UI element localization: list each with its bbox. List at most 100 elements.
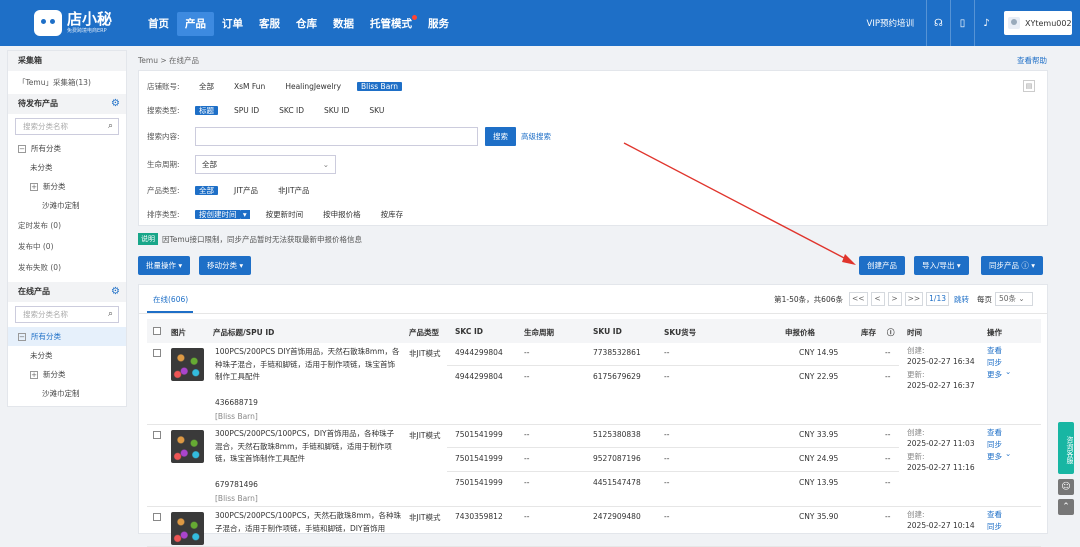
advanced-search-link[interactable]: 高级搜索 bbox=[521, 131, 551, 142]
filter-option[interactable]: JIT产品 bbox=[230, 186, 262, 195]
row-action-1[interactable]: 同步 bbox=[987, 439, 1002, 450]
filter-option[interactable]: 非JIT产品 bbox=[274, 186, 314, 195]
create-product-button[interactable]: 创建产品 bbox=[859, 256, 905, 275]
back-to-top-icon[interactable]: ⌃ bbox=[1058, 499, 1074, 515]
lifecycle-select[interactable]: 全部 ⌄ bbox=[195, 154, 336, 174]
gear-icon[interactable]: ⚙ bbox=[111, 94, 120, 114]
sidebar-item-status[interactable]: 发布中 (0) bbox=[8, 236, 126, 257]
vip-training-link[interactable]: VIP预约培训 bbox=[867, 17, 914, 29]
filter-option[interactable]: 全部 bbox=[195, 185, 218, 195]
product-thumbnail[interactable] bbox=[171, 348, 204, 381]
filter-option[interactable]: 标题 bbox=[195, 105, 218, 115]
nav-item-2[interactable]: 订单 bbox=[214, 12, 251, 36]
help-circle-icon[interactable]: ⓘ bbox=[887, 327, 895, 338]
filter-option[interactable]: HealingJewelry bbox=[281, 82, 345, 91]
nav-item-6[interactable]: 托管模式 bbox=[362, 12, 420, 36]
last-page-button[interactable]: >> bbox=[904, 292, 924, 306]
product-title[interactable]: 100PCS/200PCS DIY首饰用品，天然石散珠8mm，各种珠子混合，手链… bbox=[215, 346, 401, 384]
filter-option[interactable]: SPU ID bbox=[230, 106, 263, 115]
row-action-1[interactable]: 同步 bbox=[987, 357, 1002, 368]
sidebar-section-pending: 待发布产品 ⚙ bbox=[8, 94, 126, 114]
sync-products-button[interactable]: 同步产品 ⓘ ▾ bbox=[981, 256, 1044, 275]
skc-id: 7501541999 bbox=[455, 478, 503, 487]
first-page-button[interactable]: << bbox=[849, 292, 868, 306]
import-export-button[interactable]: 导入/导出 ▾ bbox=[914, 256, 969, 275]
section-online-label: 在线产品 bbox=[18, 287, 50, 296]
tree-item[interactable]: + 新分类 bbox=[8, 365, 126, 384]
row-checkbox[interactable] bbox=[153, 513, 161, 521]
user-menu[interactable]: XYtemu002 bbox=[1004, 11, 1072, 35]
chat-icon[interactable]: ☺ bbox=[1058, 479, 1074, 495]
page-indicator[interactable]: 1/13 bbox=[926, 292, 949, 306]
filter-option[interactable]: XsM Fun bbox=[230, 82, 269, 91]
row-action-0[interactable]: 查看 bbox=[987, 509, 1002, 520]
tree-item[interactable]: 未分类 bbox=[8, 158, 126, 177]
search-button[interactable]: 搜索 bbox=[485, 126, 516, 146]
sidebar-item-status[interactable]: 定时发布 (0) bbox=[8, 215, 126, 236]
filter-option[interactable]: 按创建时间 bbox=[195, 209, 241, 219]
next-page-button[interactable]: > bbox=[887, 292, 902, 306]
product-title[interactable]: 300PCS/200PCS/100PCS，DIY首饰用品，各种珠子混合，天然石散… bbox=[215, 428, 401, 466]
nav-item-1[interactable]: 产品 bbox=[177, 12, 214, 36]
search-content-input[interactable] bbox=[195, 126, 478, 146]
gear-icon[interactable]: ⚙ bbox=[111, 282, 120, 302]
filter-option[interactable]: 全部 bbox=[195, 82, 218, 91]
select-all-checkbox[interactable] bbox=[153, 327, 161, 335]
customer-service-button[interactable]: 咨询客服 bbox=[1058, 422, 1074, 474]
expand-icon[interactable]: + bbox=[30, 182, 38, 191]
tree-item[interactable]: + 新分类 bbox=[8, 177, 126, 196]
headset-icon[interactable]: ☊ bbox=[926, 0, 950, 46]
filter-option[interactable]: 按更新时间 bbox=[262, 210, 308, 219]
tree-item[interactable]: − 所有分类 bbox=[8, 139, 126, 158]
product-title[interactable]: 300PCS/200PCS/100PCS，天然石散珠8mm，各种珠子混合，适用于… bbox=[215, 510, 401, 535]
collapse-tree-icon[interactable]: − bbox=[18, 332, 26, 341]
row-action-0[interactable]: 查看 bbox=[987, 345, 1002, 356]
nav-item-5[interactable]: 数据 bbox=[325, 12, 362, 36]
book-icon[interactable]: ▯ bbox=[950, 0, 974, 46]
expand-icon[interactable]: + bbox=[30, 370, 38, 379]
nav-item-7[interactable]: 服务 bbox=[420, 12, 457, 36]
category-search-input[interactable]: 搜索分类名称 ⌕ bbox=[15, 306, 119, 323]
product-thumbnail[interactable] bbox=[171, 512, 204, 545]
row-action-2[interactable]: 更多 bbox=[987, 451, 1002, 462]
filter-option[interactable]: 按库存 bbox=[377, 210, 408, 219]
filter-option[interactable]: Bliss Barn bbox=[357, 81, 402, 91]
search-icon[interactable]: ⌕ bbox=[108, 121, 113, 131]
tab-online[interactable]: 在线(606) bbox=[153, 294, 188, 305]
help-link[interactable]: 查看帮助 bbox=[1017, 55, 1047, 66]
prev-page-button[interactable]: < bbox=[870, 292, 885, 306]
tree-item[interactable]: − 所有分类 bbox=[8, 327, 126, 346]
lifecycle-value: -- bbox=[524, 348, 530, 357]
batch-operations-button[interactable]: 批量操作 ▾ bbox=[138, 256, 191, 275]
filter-option[interactable]: 按申报价格 bbox=[319, 210, 365, 219]
tree-item[interactable]: 未分类 bbox=[8, 346, 126, 365]
jump-page-link[interactable]: 跳转 bbox=[954, 294, 969, 305]
tree-item[interactable]: 沙滩巾定制 bbox=[8, 196, 126, 215]
row-checkbox[interactable] bbox=[153, 349, 161, 357]
skc-id: 4944299804 bbox=[455, 348, 503, 357]
breadcrumb: Temu > 在线产品 bbox=[138, 56, 200, 65]
filter-option[interactable]: SKU bbox=[365, 106, 388, 115]
collapse-icon[interactable]: ▤ bbox=[1023, 80, 1035, 92]
collapse-tree-icon[interactable]: − bbox=[18, 144, 26, 153]
nav-item-4[interactable]: 仓库 bbox=[288, 12, 325, 36]
row-checkbox[interactable] bbox=[153, 431, 161, 439]
move-category-button[interactable]: 移动分类 ▾ bbox=[199, 256, 252, 275]
logo[interactable]: 店小秘 免费跨境电商ERP bbox=[34, 7, 112, 39]
filter-option[interactable]: SKU ID bbox=[320, 106, 353, 115]
bell-icon[interactable]: ♪ bbox=[974, 0, 998, 46]
filter-option[interactable]: SKC ID bbox=[275, 106, 308, 115]
category-search-input[interactable]: 搜索分类名称 ⌕ bbox=[15, 118, 119, 135]
row-action-2[interactable]: 更多 bbox=[987, 369, 1002, 380]
sidebar-item-temu-collect[interactable]: 「Temu」采集箱(13) bbox=[8, 71, 126, 94]
search-icon[interactable]: ⌕ bbox=[108, 309, 113, 319]
per-page-select[interactable]: 50条 ⌄ bbox=[995, 292, 1033, 306]
nav-item-3[interactable]: 客服 bbox=[251, 12, 288, 36]
row-action-0[interactable]: 查看 bbox=[987, 427, 1002, 438]
row-action-1[interactable]: 同步 bbox=[987, 521, 1002, 532]
sidebar-item-status[interactable]: 发布失败 (0) bbox=[8, 257, 126, 278]
username: XYtemu002 bbox=[1025, 18, 1072, 28]
tree-item[interactable]: 沙滩巾定制 bbox=[8, 384, 126, 403]
product-thumbnail[interactable] bbox=[171, 430, 204, 463]
nav-item-0[interactable]: 首页 bbox=[140, 12, 177, 36]
